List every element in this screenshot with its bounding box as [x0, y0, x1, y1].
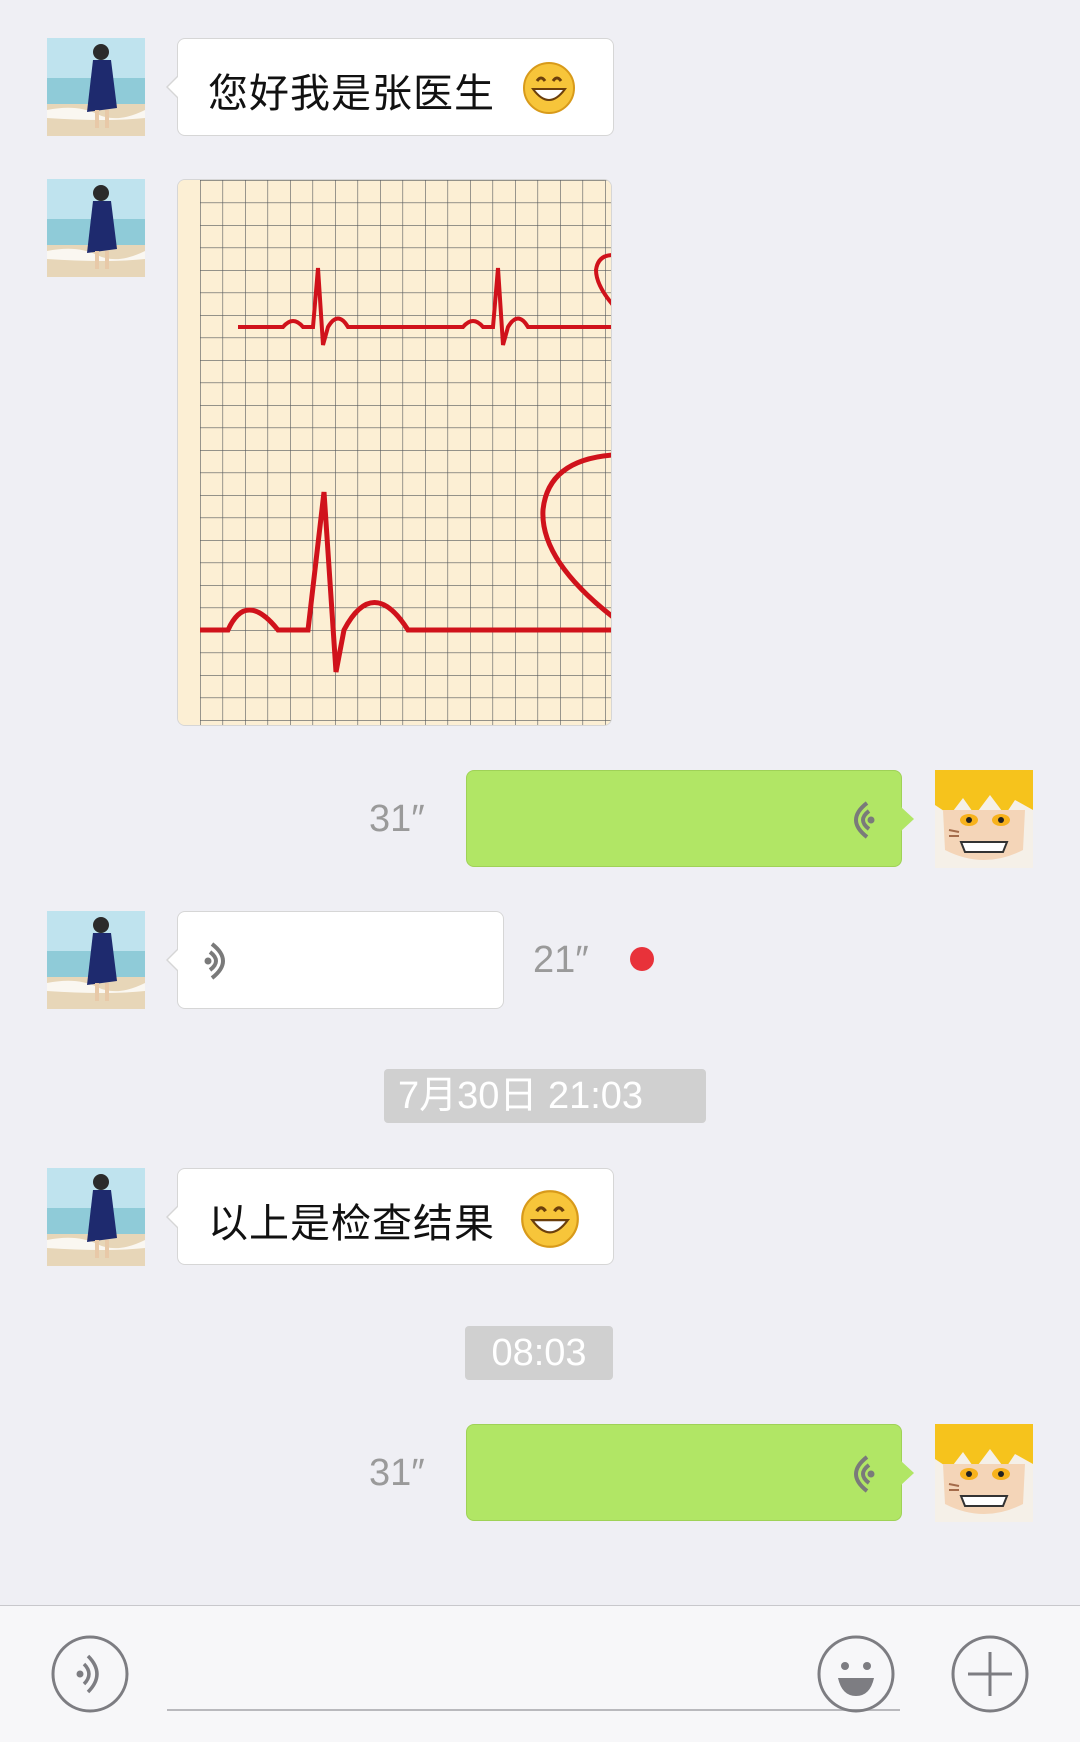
chat-area: 您好我是张医生 31″ 21″ 7月30日 21:03 以上是检查结果 08:0…: [0, 0, 1080, 1605]
voice-icon[interactable]: [50, 1634, 130, 1714]
timestamp: 7月30日 21:03: [384, 1069, 706, 1123]
timestamp: 08:03: [465, 1326, 613, 1380]
voice-message-bubble[interactable]: [466, 1424, 914, 1521]
doctor-avatar[interactable]: [47, 1168, 145, 1266]
doctor-avatar[interactable]: [47, 179, 145, 277]
grinning-emoji-icon: [523, 62, 575, 114]
voice-duration: 31″: [369, 1452, 425, 1494]
message-text: 您好我是张医生: [208, 72, 495, 116]
message-text: 以上是检查结果: [208, 1202, 495, 1246]
doctor-avatar[interactable]: [47, 38, 145, 136]
voice-wave-icon: [854, 1455, 875, 1493]
unread-indicator: [630, 947, 654, 971]
voice-message-bubble[interactable]: [466, 770, 914, 867]
user-avatar[interactable]: [935, 1424, 1033, 1522]
message-bubble[interactable]: 您好我是张医生: [166, 38, 614, 136]
message-bubble[interactable]: 以上是检查结果: [166, 1168, 614, 1265]
grinning-emoji-icon: [521, 1190, 579, 1248]
doctor-avatar[interactable]: [47, 911, 145, 1009]
user-avatar[interactable]: [935, 770, 1033, 868]
input-toolbar: [0, 1605, 1080, 1742]
voice-duration: 31″: [369, 798, 425, 840]
plus-icon[interactable]: [950, 1634, 1030, 1714]
voice-duration: 21″: [533, 939, 589, 981]
voice-message-bubble[interactable]: [166, 911, 504, 1009]
message-input[interactable]: [167, 1709, 900, 1711]
smiley-icon[interactable]: [816, 1634, 896, 1714]
voice-wave-icon: [204, 942, 225, 980]
voice-wave-icon: [854, 801, 875, 839]
ecg-image-message[interactable]: [177, 179, 612, 726]
ecg-chart-image: [178, 180, 611, 725]
